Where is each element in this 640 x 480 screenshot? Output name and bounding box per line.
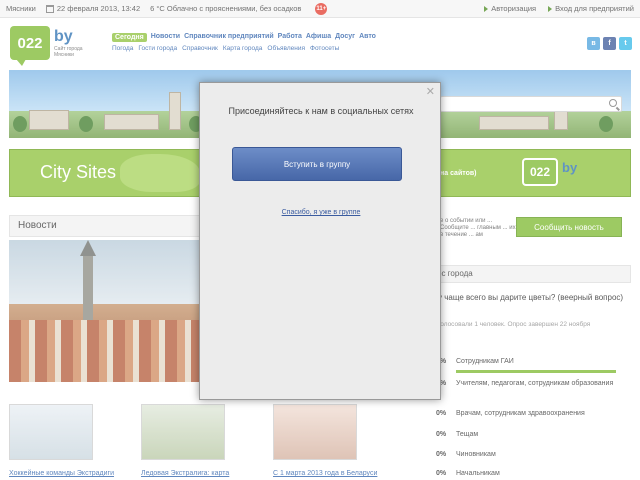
- modal-title: Присоединяйтесь к нам в социальных сетях: [228, 106, 414, 116]
- close-icon[interactable]: ✕: [426, 85, 435, 98]
- social-join-modal: ✕ Присоединяйтесь к нам в социальных сет…: [199, 82, 441, 400]
- page: Мясники 22 февраля 2013, 13:42 6 °C Обла…: [0, 0, 640, 480]
- already-member-link[interactable]: Спасибо, я уже в группе: [214, 209, 428, 216]
- join-group-button[interactable]: Вступить в группу: [232, 147, 402, 181]
